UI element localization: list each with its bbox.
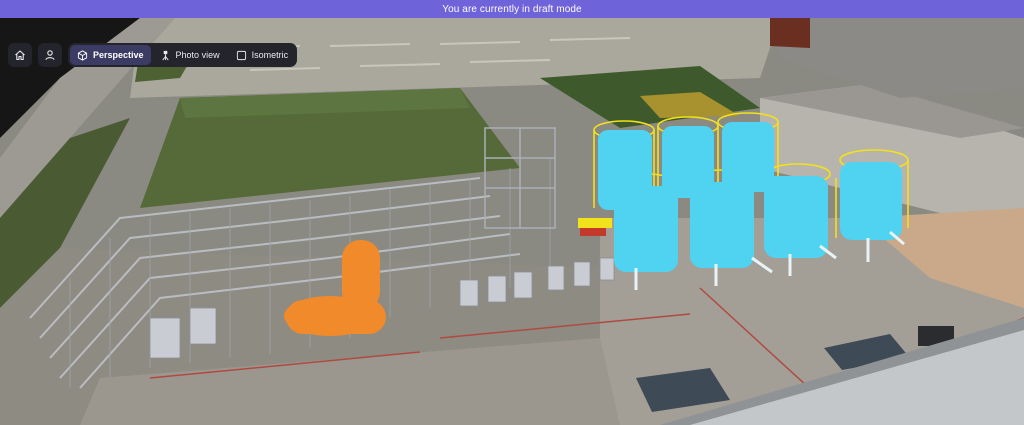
3d-viewport[interactable]: Perspective Photo view Isometric [0,18,1024,425]
draft-mode-banner: You are currently in draft mode [0,0,1024,18]
cube-icon [77,49,88,61]
tab-photo-view[interactable]: Photo view [153,45,227,65]
square-icon [236,50,246,60]
site-scene [0,18,1024,425]
draft-mode-text: You are currently in draft mode [442,3,582,15]
tab-isometric[interactable]: Isometric [229,45,296,65]
tab-isometric-label: Isometric [251,50,289,60]
home-button[interactable] [8,43,32,67]
user-icon [45,50,55,60]
home-icon [15,50,25,61]
tab-perspective-label: Perspective [93,50,144,60]
camera-tripod-icon [161,50,169,60]
view-mode-bar: Perspective Photo view Isometric [68,43,298,67]
tab-photo-view-label: Photo view [175,50,220,60]
toolbar: Perspective Photo view Isometric [8,43,298,67]
tab-perspective[interactable]: Perspective [70,45,151,65]
user-button[interactable] [38,43,62,67]
